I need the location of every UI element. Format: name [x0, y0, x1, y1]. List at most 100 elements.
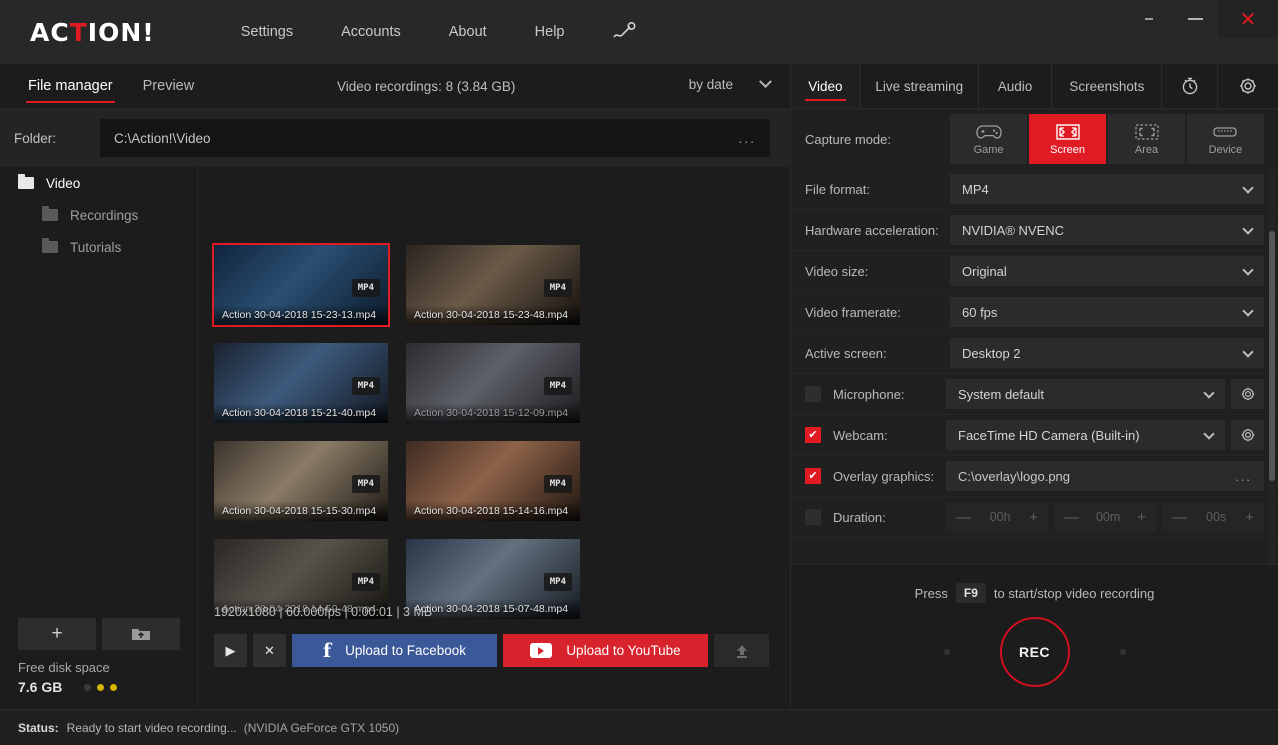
status-label: Status:: [18, 721, 59, 735]
tab-audio[interactable]: Audio: [979, 64, 1053, 108]
tab-timer[interactable]: [1162, 64, 1218, 108]
microphone-settings-button[interactable]: [1231, 379, 1264, 409]
record-button-row: REC: [944, 617, 1126, 687]
plus-icon[interactable]: +: [1029, 509, 1038, 526]
tree-item-video[interactable]: Video: [0, 167, 197, 199]
plus-icon[interactable]: +: [1137, 509, 1146, 526]
overlay-browse-button[interactable]: ...: [1235, 469, 1252, 484]
upload-to-facebook-button[interactable]: f Upload to Facebook: [292, 634, 497, 667]
pen-icon[interactable]: [611, 22, 637, 42]
facebook-label: Upload to Facebook: [345, 643, 466, 658]
file-format-select[interactable]: MP4: [950, 174, 1264, 204]
setting-row-file-format: File format: MP4: [791, 169, 1278, 210]
disk-indicator-dots: [84, 684, 117, 691]
chevron-down-icon: [1203, 387, 1214, 398]
folder-path-input[interactable]: C:\Action!\Video ...: [100, 119, 770, 157]
mp4-badge: MP4: [544, 573, 572, 591]
add-folder-button[interactable]: +: [18, 618, 96, 650]
upload-to-youtube-button[interactable]: Upload to YouTube: [503, 634, 708, 667]
duration-hours-value: 00h: [990, 510, 1011, 524]
thumbnail-item[interactable]: MP4Action 30-04-2018 15-12-09.mp4: [404, 341, 582, 425]
webcam-select[interactable]: FaceTime HD Camera (Built-in): [946, 420, 1225, 450]
screen-icon: [1054, 123, 1082, 141]
capture-mode-screen[interactable]: Screen: [1029, 114, 1106, 164]
overlay-graphics-path-input[interactable]: C:\overlay\logo.png ...: [946, 461, 1264, 491]
settings-scrollbar-thumb[interactable]: [1269, 231, 1275, 481]
main-menu: Settings Accounts About Help: [217, 16, 637, 48]
tab-screenshots[interactable]: Screenshots: [1052, 64, 1162, 108]
menu-item-about[interactable]: About: [425, 16, 511, 48]
capture-mode-game[interactable]: Game: [950, 114, 1027, 164]
chevron-down-icon: [1242, 182, 1253, 193]
chevron-down-icon: [1242, 305, 1253, 316]
microphone-select[interactable]: System default: [946, 379, 1225, 409]
tab-live-streaming[interactable]: Live streaming: [861, 64, 979, 108]
tab-preview[interactable]: Preview: [141, 72, 197, 100]
duration-hours-stepper[interactable]: — 00h +: [946, 502, 1048, 532]
minus-icon[interactable]: —: [1064, 509, 1079, 526]
overlay-graphics-checkbox[interactable]: [805, 468, 821, 484]
duration-checkbox[interactable]: [805, 509, 821, 525]
folder-tree: Video Recordings Tutorials + Free disk s…: [0, 167, 198, 709]
thumbnail-item[interactable]: MP4Action 30-04-2018 15-21-40.mp4: [212, 341, 390, 425]
menu-item-settings[interactable]: Settings: [217, 16, 317, 48]
upload-button[interactable]: [714, 634, 769, 667]
window-collapse-button[interactable]: [1126, 0, 1172, 38]
window-controls: ✕: [1126, 0, 1278, 40]
capture-mode-label-device: Device: [1209, 144, 1243, 156]
tab-settings[interactable]: [1218, 64, 1278, 108]
thumbnail-filename: Action 30-04-2018 15-12-09.mp4: [406, 403, 580, 423]
menu-item-accounts[interactable]: Accounts: [317, 16, 425, 48]
timer-icon: [1180, 76, 1200, 96]
hardware-acceleration-value: NVIDIA® NVENC: [962, 223, 1064, 238]
video-size-select[interactable]: Original: [950, 256, 1264, 286]
status-text: Ready to start video recording...: [67, 721, 237, 735]
thumbnail-item[interactable]: MP4Action 30-04-2018 15-15-30.mp4: [212, 439, 390, 523]
sort-dropdown[interactable]: by date: [689, 77, 770, 92]
microphone-checkbox[interactable]: [805, 386, 821, 402]
thumbnail-item[interactable]: MP4Action 30-04-2018 15-23-13.mp4: [212, 243, 390, 327]
capture-mode-area[interactable]: Area: [1108, 114, 1185, 164]
disk-dot: [97, 684, 104, 691]
webcam-settings-button[interactable]: [1231, 420, 1264, 450]
window-close-button[interactable]: ✕: [1218, 0, 1278, 38]
video-framerate-label: Video framerate:: [805, 305, 950, 320]
play-button[interactable]: ▶: [214, 634, 247, 667]
minus-icon[interactable]: —: [956, 509, 971, 526]
capture-mode-device[interactable]: Device: [1187, 114, 1264, 164]
video-framerate-value: 60 fps: [962, 305, 997, 320]
folder-browse-button[interactable]: ...: [738, 130, 756, 146]
tree-item-recordings[interactable]: Recordings: [0, 199, 197, 231]
active-screen-value: Desktop 2: [962, 346, 1021, 361]
settings-tabs: Video Live streaming Audio Screenshots: [791, 64, 1278, 109]
thumbnail-item[interactable]: MP4Action 30-04-2018 15-23-48.mp4: [404, 243, 582, 327]
tree-item-tutorials[interactable]: Tutorials: [0, 231, 197, 263]
disk-dot: [84, 684, 91, 691]
menu-item-help[interactable]: Help: [511, 16, 589, 48]
duration-seconds-stepper[interactable]: — 00s +: [1162, 502, 1264, 532]
video-framerate-select[interactable]: 60 fps: [950, 297, 1264, 327]
file-format-label: File format:: [805, 182, 950, 197]
folder-label: Folder:: [14, 131, 100, 146]
delete-button[interactable]: ✕: [253, 634, 286, 667]
webcam-checkbox[interactable]: [805, 427, 821, 443]
thumbnail-filename: Action 30-04-2018 15-15-30.mp4: [214, 501, 388, 521]
plus-icon[interactable]: +: [1245, 509, 1254, 526]
hardware-acceleration-select[interactable]: NVIDIA® NVENC: [950, 215, 1264, 245]
duration-minutes-stepper[interactable]: — 00m +: [1054, 502, 1156, 532]
record-button[interactable]: REC: [1000, 617, 1070, 687]
window-minimize-button[interactable]: [1172, 0, 1218, 38]
tab-video[interactable]: Video: [791, 64, 861, 108]
thumbnail-filename: Action 30-04-2018 15-23-48.mp4: [406, 305, 580, 325]
active-screen-select[interactable]: Desktop 2: [950, 338, 1264, 368]
video-size-label: Video size:: [805, 264, 950, 279]
tab-file-manager[interactable]: File manager: [26, 72, 115, 100]
tree-item-label: Recordings: [70, 208, 138, 223]
setting-row-video-framerate: Video framerate: 60 fps: [791, 292, 1278, 333]
file-format-value: MP4: [962, 182, 989, 197]
thumbnail-filename: Action 30-04-2018 15-14-16.mp4: [406, 501, 580, 521]
open-folder-button[interactable]: [102, 618, 180, 650]
app-titlebar: ACTION! Settings Accounts About Help ✕: [0, 0, 1278, 64]
thumbnail-item[interactable]: MP4Action 30-04-2018 15-14-16.mp4: [404, 439, 582, 523]
minus-icon[interactable]: —: [1172, 509, 1187, 526]
